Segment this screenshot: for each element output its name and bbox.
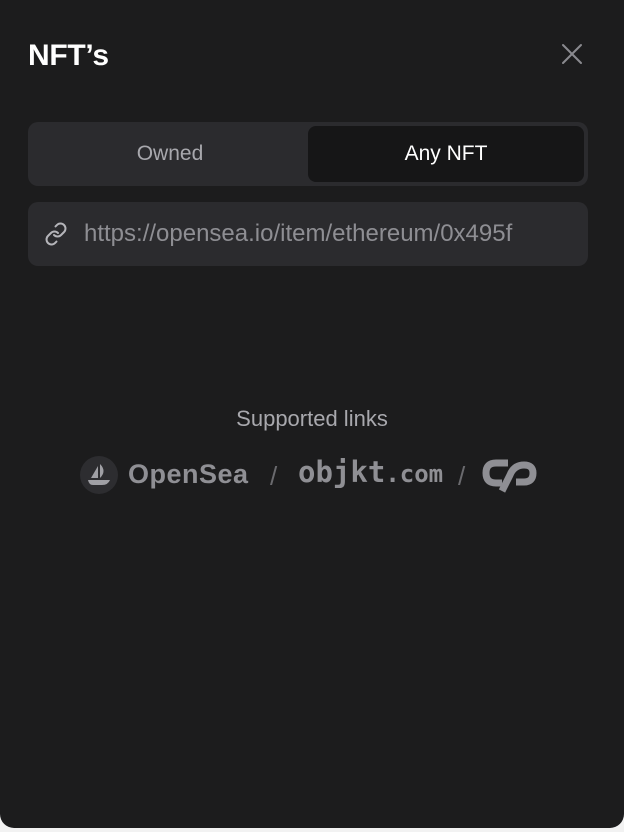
objkt-logo: objkt.com	[298, 456, 443, 493]
logo-separator: /	[458, 461, 466, 491]
nft-url-field[interactable]	[28, 202, 588, 266]
opensea-logo-text: OpenSea	[128, 459, 249, 489]
close-icon	[562, 44, 582, 64]
nft-url-input[interactable]	[84, 220, 588, 248]
cp-logo-icon	[480, 454, 538, 494]
link-icon	[44, 222, 68, 246]
tab-owned[interactable]: Owned	[32, 126, 308, 182]
nft-source-tabs: Owned Any NFT	[28, 122, 588, 186]
modal-title: NFT’s	[28, 39, 109, 72]
nft-modal: NFT’s Owned Any NFT Supported links Op	[0, 0, 624, 828]
objkt-logo-text: objkt	[298, 455, 386, 489]
opensea-icon	[80, 456, 118, 494]
logo-separator: /	[270, 461, 278, 491]
objkt-logo-suffix: .com	[385, 460, 444, 488]
close-button[interactable]	[556, 38, 588, 70]
supported-logos: OpenSea / objkt.com /	[80, 452, 550, 496]
tab-any-nft[interactable]: Any NFT	[308, 126, 584, 182]
supported-links-label: Supported links	[236, 406, 388, 431]
